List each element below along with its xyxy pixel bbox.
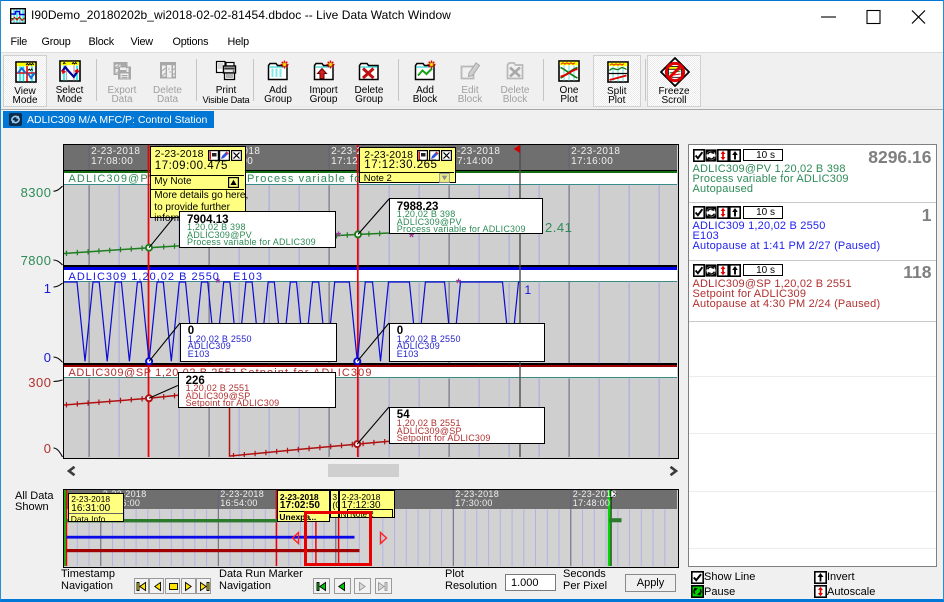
- svg-text:*: *: [456, 276, 462, 291]
